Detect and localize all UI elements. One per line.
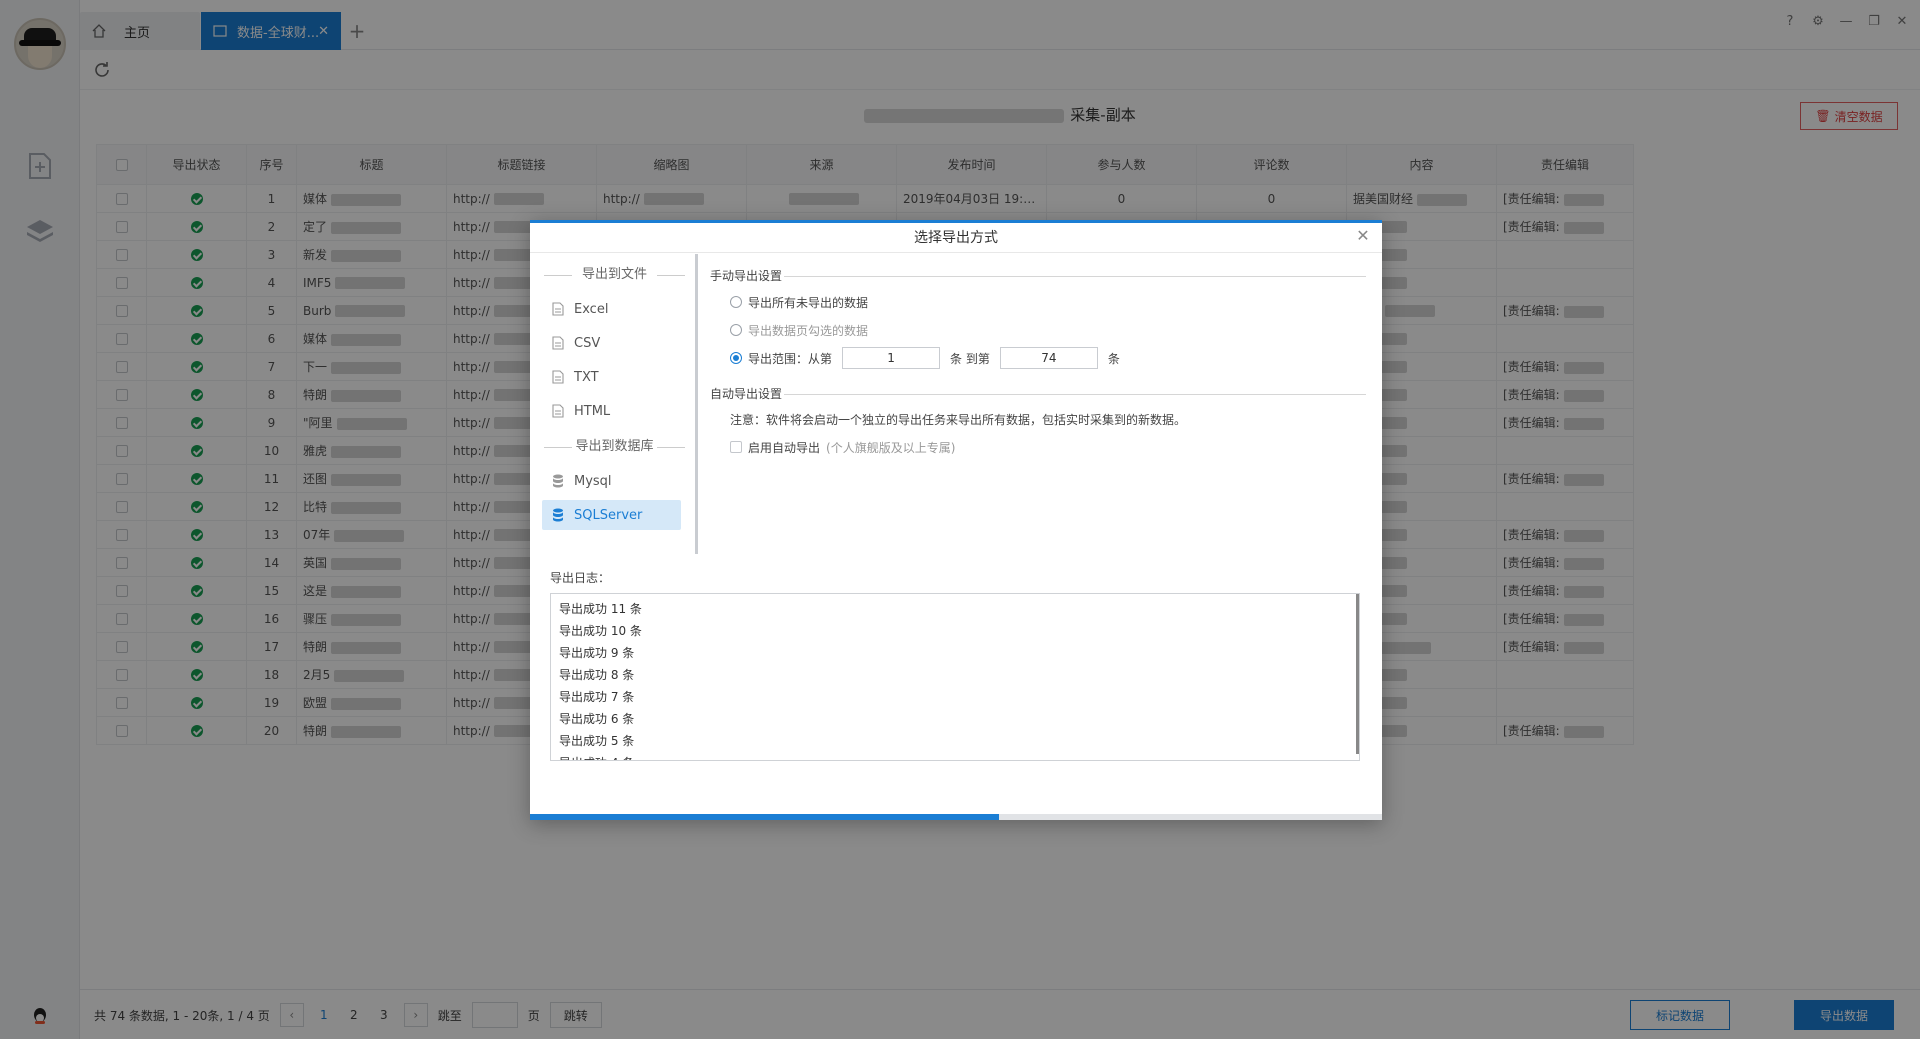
log-scrollbar[interactable] (1356, 594, 1359, 754)
dialog-title: 选择导出方式 (530, 223, 1382, 253)
export-log[interactable]: 导出成功 11 条导出成功 10 条导出成功 9 条导出成功 8 条导出成功 7… (550, 593, 1360, 761)
option-export-checked: 导出数据页勾选的数据 (710, 316, 1366, 344)
log-line: 导出成功 4 条 (559, 752, 1359, 760)
auto-export-note: 注意：软件将会启动一个独立的导出任务来导出所有数据，包括实时采集到的新数据。 (730, 413, 1187, 427)
edition-hint: (个人旗舰版及以上专属) (826, 440, 956, 455)
menu-excel[interactable]: Excel (542, 294, 681, 324)
file-icon (552, 336, 564, 350)
manual-settings-title: 手动导出设置 (710, 264, 1366, 288)
log-line: 导出成功 5 条 (559, 734, 635, 748)
export-settings: 手动导出设置 导出所有未导出的数据 导出数据页勾选的数据 导出范围：从第 1 条… (710, 254, 1366, 554)
radio-checked (730, 324, 742, 336)
log-line: 导出成功 9 条 (559, 646, 635, 660)
menu-sqlserver[interactable]: SQLServer (542, 500, 681, 530)
export-dialog: 选择导出方式 ✕ 导出到文件 Excel CSV TXT HTML 导出到数据库… (530, 220, 1382, 820)
menu-txt[interactable]: TXT (542, 362, 681, 392)
menu-html[interactable]: HTML (542, 396, 681, 426)
log-line: 导出成功 8 条 (559, 668, 635, 682)
auto-export-checkbox[interactable] (730, 441, 742, 453)
database-icon (553, 508, 563, 522)
menu-csv[interactable]: CSV (542, 328, 681, 358)
log-line: 导出成功 10 条 (559, 624, 642, 638)
file-icon (552, 404, 564, 418)
file-icon (552, 370, 564, 384)
range-to-input[interactable]: 74 (999, 347, 1098, 369)
file-section-title: 导出到文件 (544, 260, 685, 290)
progress-fill (530, 814, 999, 820)
db-section-title: 导出到数据库 (544, 432, 685, 462)
auto-settings-title: 自动导出设置 (710, 382, 1366, 406)
range-from-input[interactable]: 1 (842, 347, 941, 369)
log-label: 导出日志： (550, 571, 611, 585)
database-icon (553, 474, 563, 488)
option-export-range[interactable]: 导出范围：从第 1 条 到第 74 条 (710, 344, 1366, 372)
auto-export-option[interactable]: 启用自动导出 (个人旗舰版及以上专属) (710, 434, 1366, 460)
file-icon (552, 302, 564, 316)
export-progress-bar (530, 814, 1382, 820)
log-line: 导出成功 11 条 (559, 602, 642, 616)
close-dialog-icon[interactable]: ✕ (1354, 227, 1372, 245)
log-line: 导出成功 7 条 (559, 690, 635, 704)
export-target-menu: 导出到文件 Excel CSV TXT HTML 导出到数据库 Mysql SQ… (530, 254, 698, 554)
option-export-all[interactable]: 导出所有未导出的数据 (710, 288, 1366, 316)
radio-all[interactable] (730, 296, 742, 308)
log-line: 导出成功 6 条 (559, 712, 635, 726)
menu-mysql[interactable]: Mysql (542, 466, 681, 496)
radio-range[interactable] (730, 352, 742, 364)
